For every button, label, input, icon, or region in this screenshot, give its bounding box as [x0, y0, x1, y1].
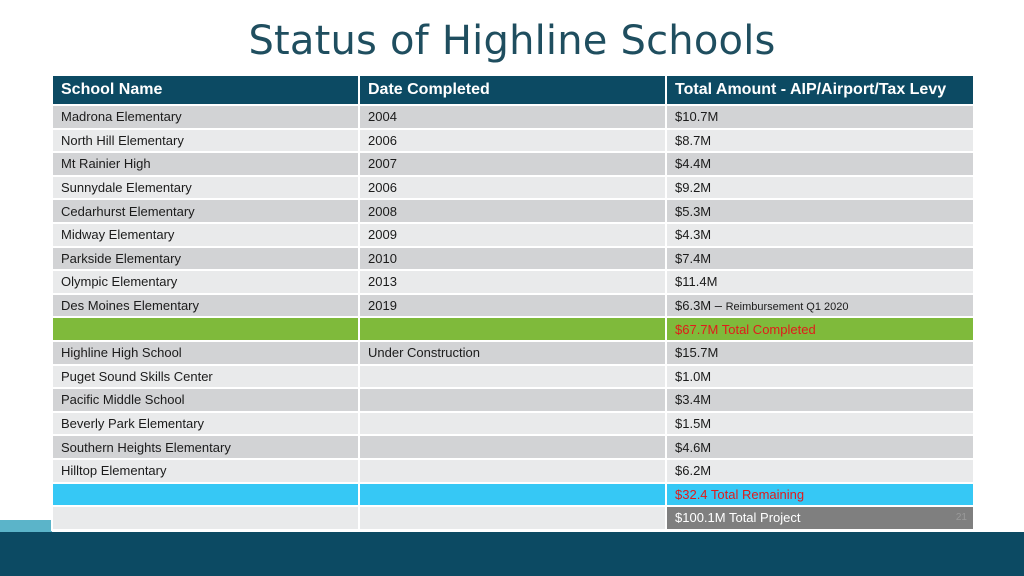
table-row: Southern Heights Elementary $4.6M	[51, 434, 975, 460]
page-number: 21	[955, 512, 967, 524]
cell-empty	[358, 505, 667, 531]
cell-school: Hilltop Elementary	[51, 457, 360, 484]
cell-school: Puget Sound Skills Center	[51, 363, 360, 390]
cell-school: Cedarhurst Elementary	[51, 198, 360, 224]
cell-date	[358, 387, 667, 413]
amount-value: $6.3M –	[675, 298, 722, 314]
decorative-band-bottom	[0, 532, 1024, 576]
table-row: Hilltop Elementary $6.2M	[51, 457, 975, 484]
total-remaining-row: $32.4 Total Remaining	[51, 481, 975, 508]
cell-school: Beverly Park Elementary	[51, 410, 360, 437]
cell-amount: $4.3M	[665, 221, 975, 248]
cell-amount: $10.7M	[665, 104, 975, 130]
cell-school: Mt Rainier High	[51, 151, 360, 177]
total-completed-row: $67.7M Total Completed	[51, 316, 975, 342]
table-row: Highline High School Under Construction …	[51, 339, 975, 366]
table-row: Midway Elementary 2009 $4.3M	[51, 221, 975, 248]
cell-date: 2007	[358, 151, 667, 177]
cell-date	[358, 457, 667, 484]
header-school-name: School Name	[51, 74, 360, 106]
table-row: Olympic Elementary 2013 $11.4M	[51, 269, 975, 295]
cell-school: Madrona Elementary	[51, 104, 360, 130]
cell-amount: $1.5M	[665, 410, 975, 437]
table-row: Beverly Park Elementary $1.5M	[51, 410, 975, 437]
cell-date: 2019	[358, 292, 667, 319]
cell-amount: $3.4M	[665, 387, 975, 413]
table-row: Madrona Elementary 2004 $10.7M	[51, 104, 975, 130]
cell-school: Highline High School	[51, 339, 360, 366]
table-row: Pacific Middle School $3.4M	[51, 387, 975, 413]
cell-amount: $11.4M	[665, 269, 975, 295]
cell-date: 2006	[358, 174, 667, 201]
table-row: Cedarhurst Elementary 2008 $5.3M	[51, 198, 975, 224]
cell-amount: $6.2M	[665, 457, 975, 484]
table-row: Des Moines Elementary 2019 $6.3M – Reimb…	[51, 292, 975, 319]
cell-date: 2008	[358, 198, 667, 224]
total-project-row: $100.1M Total Project 21	[51, 505, 975, 531]
header-date-completed: Date Completed	[358, 74, 667, 106]
cell-date	[358, 434, 667, 460]
cell-school: Parkside Elementary	[51, 245, 360, 272]
table-row: North Hill Elementary 2006 $8.7M	[51, 127, 975, 154]
cell-empty	[51, 316, 360, 342]
cell-date: Under Construction	[358, 339, 667, 366]
cell-empty	[51, 505, 360, 531]
cell-school: Southern Heights Elementary	[51, 434, 360, 460]
table-row: Parkside Elementary 2010 $7.4M	[51, 245, 975, 272]
cell-date	[358, 410, 667, 437]
cell-amount: $15.7M	[665, 339, 975, 366]
decorative-band-left	[0, 520, 52, 532]
cell-date: 2009	[358, 221, 667, 248]
cell-school: Sunnydale Elementary	[51, 174, 360, 201]
cell-date: 2006	[358, 127, 667, 154]
cell-school: Pacific Middle School	[51, 387, 360, 413]
cell-empty	[358, 316, 667, 342]
cell-empty	[51, 481, 360, 508]
cell-amount: $7.4M	[665, 245, 975, 272]
cell-school: Des Moines Elementary	[51, 292, 360, 319]
cell-date	[358, 363, 667, 390]
cell-date: 2004	[358, 104, 667, 130]
cell-date: 2010	[358, 245, 667, 272]
cell-date: 2013	[358, 269, 667, 295]
cell-empty	[358, 481, 667, 508]
cell-amount: $5.3M	[665, 198, 975, 224]
total-project-value: $100.1M Total Project	[675, 510, 801, 526]
total-completed-value: $67.7M Total Completed	[665, 316, 975, 342]
cell-amount: $8.7M	[665, 127, 975, 154]
cell-amount: $1.0M	[665, 363, 975, 390]
reimbursement-note: Reimbursement Q1 2020	[725, 301, 849, 314]
table-row: Puget Sound Skills Center $1.0M	[51, 363, 975, 390]
cell-school: Olympic Elementary	[51, 269, 360, 295]
cell-amount: $4.6M	[665, 434, 975, 460]
cell-amount: $6.3M – Reimbursement Q1 2020	[665, 292, 975, 319]
total-project-cell: $100.1M Total Project 21	[665, 505, 975, 531]
slide-title: Status of Highline Schools	[248, 18, 776, 64]
table-row: Mt Rainier High 2007 $4.4M	[51, 151, 975, 177]
total-remaining-value: $32.4 Total Remaining	[665, 481, 975, 508]
table-row: Sunnydale Elementary 2006 $9.2M	[51, 174, 975, 201]
cell-school: Midway Elementary	[51, 221, 360, 248]
cell-amount: $4.4M	[665, 151, 975, 177]
cell-school: North Hill Elementary	[51, 127, 360, 154]
cell-amount: $9.2M	[665, 174, 975, 201]
schools-status-table: School Name Date Completed Total Amount …	[51, 74, 975, 531]
table-header-row: School Name Date Completed Total Amount …	[51, 74, 975, 106]
header-total-amount: Total Amount - AIP/Airport/Tax Levy	[665, 74, 975, 106]
